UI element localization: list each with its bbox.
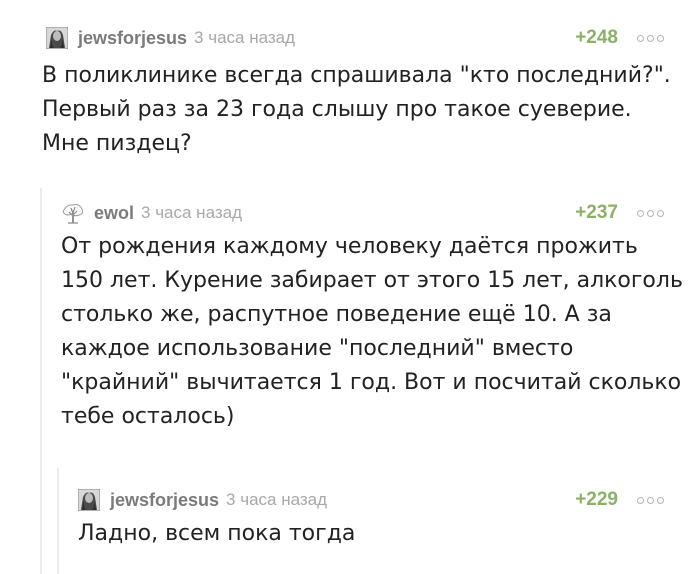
- dot-icon: [657, 34, 664, 42]
- comment-text-line: столько же, распутное поведение ещё 10. …: [61, 302, 612, 327]
- comment-text-line: В поликлинике всегда спрашивала "кто пос…: [42, 63, 671, 88]
- dot-icon: [637, 496, 644, 504]
- user-avatar-photo-icon[interactable]: [45, 26, 69, 50]
- dot-icon: [647, 496, 654, 504]
- more-options-icon[interactable]: [637, 200, 664, 226]
- dot-icon: [657, 496, 664, 504]
- comment-text: От рождения каждому человеку даётся прож…: [61, 230, 683, 434]
- dot-icon: [637, 209, 644, 217]
- user-avatar-photo-icon[interactable]: [77, 488, 101, 512]
- comment-text-line: Мне пиздец?: [42, 131, 192, 156]
- username-link[interactable]: ewol: [94, 203, 134, 224]
- comment-time[interactable]: 3 часа назад: [194, 28, 295, 48]
- dot-icon: [647, 34, 654, 42]
- thread-line-level-1: [40, 188, 42, 574]
- comment-header: jewsforjesus 3 часа назад: [77, 487, 327, 513]
- comment-text-line: 150 лет. Курение забирает от этого 15 ле…: [61, 268, 683, 293]
- username-link[interactable]: jewsforjesus: [110, 490, 219, 511]
- comment-header: jewsforjesus 3 часа назад: [45, 25, 295, 51]
- username-link[interactable]: jewsforjesus: [78, 28, 187, 49]
- dot-icon: [657, 209, 664, 217]
- comment-header: ewol 3 часа назад: [62, 200, 242, 226]
- comment-text: В поликлинике всегда спрашивала "кто пос…: [42, 59, 671, 161]
- comment-text-line: Первый раз за 23 года слышу про такое су…: [42, 97, 632, 122]
- comment-rating: +237: [575, 202, 618, 223]
- thread-line-level-2: [57, 468, 59, 574]
- comment-text-line: От рождения каждому человеку даётся прож…: [61, 234, 638, 259]
- comment-text: Ладно, всем пока тогда: [78, 517, 355, 551]
- comment-rating: +229: [575, 489, 618, 510]
- comment-text-line: каждое использование "последний" вместо: [61, 336, 574, 361]
- comment-time[interactable]: 3 часа назад: [141, 203, 242, 223]
- more-options-icon[interactable]: [637, 25, 664, 51]
- comment-text-line: тебе осталось): [61, 404, 235, 429]
- comment-text-line: Ладно, всем пока тогда: [78, 521, 356, 546]
- dot-icon: [637, 34, 644, 42]
- comment-rating: +248: [575, 27, 618, 48]
- tree-avatar-icon[interactable]: [62, 202, 84, 224]
- dot-icon: [647, 209, 654, 217]
- more-options-icon[interactable]: [637, 487, 664, 513]
- comment-time[interactable]: 3 часа назад: [226, 490, 327, 510]
- comment-text-line: "крайний" вычитается 1 год. Вот и посчит…: [61, 370, 682, 395]
